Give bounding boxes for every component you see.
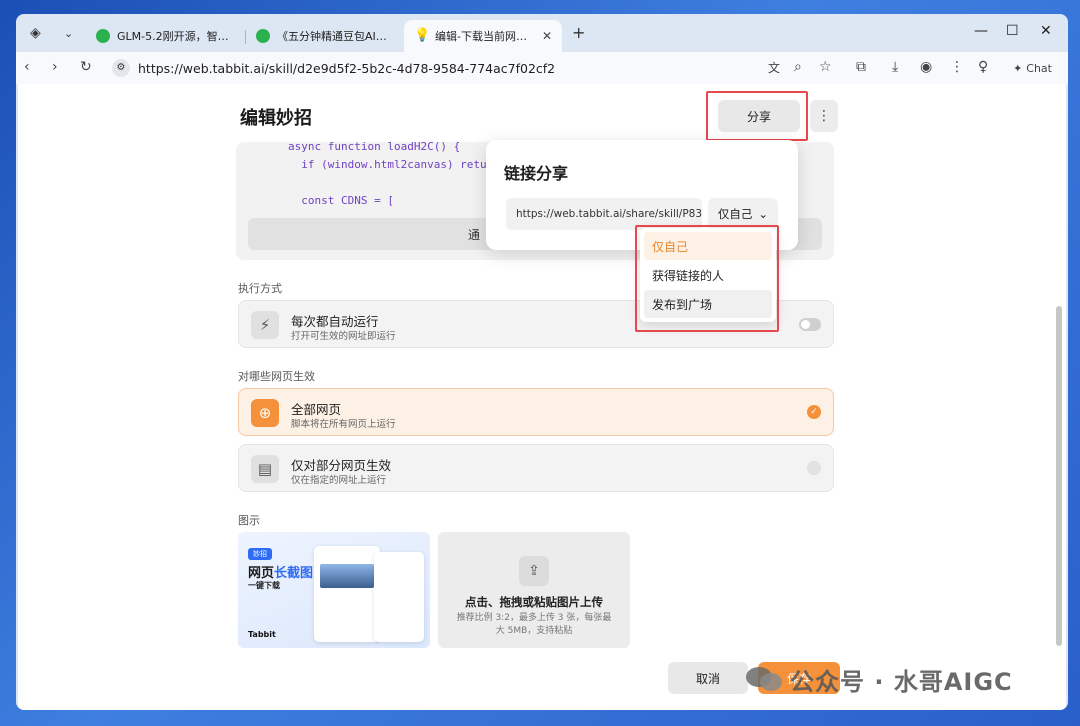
chat-label: Chat: [1026, 61, 1052, 75]
code-text: async function loadH2C() { if (window.ht…: [288, 142, 500, 210]
thumb-headline: 网页长截图: [248, 562, 313, 581]
lightning-icon: ⚡: [251, 311, 279, 339]
share-popover-title: 链接分享: [504, 164, 569, 183]
scope-option-partial[interactable]: ▤ 仅对部分网页生效 仅在指定的网址上运行: [238, 444, 834, 492]
tab-doubao[interactable]: 《五分钟精通豆包AI》全网最: [246, 20, 404, 52]
extensions-icon[interactable]: ⧉: [856, 59, 866, 75]
cancel-button[interactable]: 取消: [668, 662, 748, 694]
zoom-icon[interactable]: ⌕: [794, 59, 802, 75]
browser-toolbar: ‹ › ↻ ⚙ https://web.tabbit.ai/skill/d2e9…: [16, 52, 1068, 84]
minimize-icon[interactable]: —: [974, 23, 988, 39]
site-info-icon[interactable]: ⚙: [112, 59, 130, 77]
reload-icon[interactable]: ↻: [80, 59, 92, 75]
download-icon[interactable]: ⤓: [892, 59, 898, 75]
upload-dropzone[interactable]: ⇪ 点击、拖拽或粘贴图片上传 推荐比例 3:2，最多上传 3 张，每张最大 5M…: [438, 532, 630, 648]
scope-option-all[interactable]: ⊕ 全部网页 脚本将在所有网页上运行 ✓: [238, 388, 834, 436]
example-image[interactable]: 妙招 网页长截图 一键下载 Tabbit: [238, 532, 430, 648]
thumb-badge: 妙招: [248, 548, 272, 560]
page-title: 编辑妙招: [240, 108, 312, 129]
scope-partial-subtitle: 仅在指定的网址上运行: [291, 475, 387, 486]
chevron-down-icon: ⌄: [758, 207, 769, 221]
mock-page: [314, 546, 380, 642]
menu-dots-icon[interactable]: ⋮: [950, 59, 964, 75]
code-line: if (window.html2canvas) return: [288, 158, 500, 171]
close-tab-icon[interactable]: ✕: [542, 29, 552, 43]
thumb-tagline: 一键下载: [248, 581, 280, 590]
lightbulb-icon: 💡: [414, 28, 431, 43]
examples-label: 图示: [238, 514, 260, 527]
tab-title: GLM-5.2刚开源，智谱顺手把: [117, 30, 234, 43]
new-tab-icon[interactable]: +: [572, 23, 585, 42]
browser-window: ◈ ⌄ GLM-5.2刚开源，智谱顺手把 《五分钟精通豆包AI》全网最 💡 编辑…: [16, 14, 1068, 710]
thumb-brand: Tabbit: [248, 630, 276, 639]
scope-label: 对哪些网页生效: [238, 370, 315, 383]
auto-run-toggle[interactable]: [799, 318, 821, 331]
watermark-text: 公众号 · 水哥AIGC: [790, 668, 1013, 696]
bookmark-star-icon[interactable]: ☆: [819, 59, 832, 75]
check-icon: ✓: [807, 405, 821, 419]
auto-run-subtitle: 打开可生效的网址即运行: [291, 331, 396, 342]
wechat-icon: [96, 29, 110, 43]
maximize-icon[interactable]: ☐: [1006, 23, 1019, 39]
share-highlight-box: [706, 91, 808, 141]
close-window-icon[interactable]: ✕: [1040, 23, 1052, 39]
visibility-value: 仅自己: [717, 207, 753, 221]
chat-button[interactable]: ✦ Chat: [1005, 57, 1060, 79]
mock-page-image: [320, 564, 374, 588]
thumb-headline-b: 长截图: [274, 566, 314, 581]
tab-glm[interactable]: GLM-5.2刚开源，智谱顺手把: [86, 20, 244, 52]
tab-edit-skill[interactable]: 💡 编辑-下载当前网页长截图 ✕: [404, 20, 562, 52]
page-viewport: 编辑妙招 分享 ⋮ async function loadH2C() { if …: [18, 84, 1066, 710]
more-options-icon[interactable]: ⋮: [810, 100, 838, 132]
wechat-watermark-icon: [746, 667, 782, 691]
dropdown-highlight-box: [635, 225, 779, 332]
document-icon: ▤: [251, 455, 279, 483]
share-link-text: https://web.tabbit.ai/share/skill/P83...: [516, 208, 702, 220]
scope-all-subtitle: 脚本将在所有网页上运行: [291, 419, 396, 430]
thumb-headline-a: 网页: [248, 566, 275, 581]
address-bar[interactable]: ⚙ https://web.tabbit.ai/skill/d2e9d5f2-5…: [110, 55, 840, 81]
sparkle-icon: ✦: [1013, 61, 1023, 75]
forward-icon[interactable]: ›: [52, 59, 58, 75]
mock-panel: [374, 552, 424, 642]
tab-strip: ◈ ⌄ GLM-5.2刚开源，智谱顺手把 《五分钟精通豆包AI》全网最 💡 编辑…: [16, 14, 1068, 52]
scrollbar[interactable]: [1056, 306, 1062, 646]
lightbulb-icon[interactable]: ♀: [978, 59, 988, 75]
translate-icon[interactable]: 文: [768, 59, 780, 76]
layers-icon[interactable]: ◈: [30, 25, 41, 41]
chevron-down-icon[interactable]: ⌄: [64, 27, 73, 40]
globe-icon: ⊕: [251, 399, 279, 427]
profile-icon[interactable]: ◉: [920, 59, 932, 75]
back-icon[interactable]: ‹: [24, 59, 30, 75]
tab-title: 编辑-下载当前网页长截图: [435, 30, 536, 43]
upload-icon: ⇪: [519, 556, 549, 586]
code-line: const CDNS = [: [288, 194, 394, 207]
code-line: async function loadH2C() {: [288, 142, 461, 153]
upload-hint: 推荐比例 3:2，最多上传 3 张，每张最大 5MB，支持粘贴: [456, 613, 612, 636]
url-text: https://web.tabbit.ai/skill/d2e9d5f2-5b2…: [138, 60, 556, 76]
run-mode-label: 执行方式: [238, 282, 282, 295]
upload-title: 点击、拖拽或粘贴图片上传: [465, 595, 603, 609]
radio-unselected[interactable]: [807, 461, 821, 475]
apply-label: 通: [468, 227, 481, 242]
wechat-icon: [256, 29, 270, 43]
tab-title: 《五分钟精通豆包AI》全网最: [277, 30, 394, 43]
